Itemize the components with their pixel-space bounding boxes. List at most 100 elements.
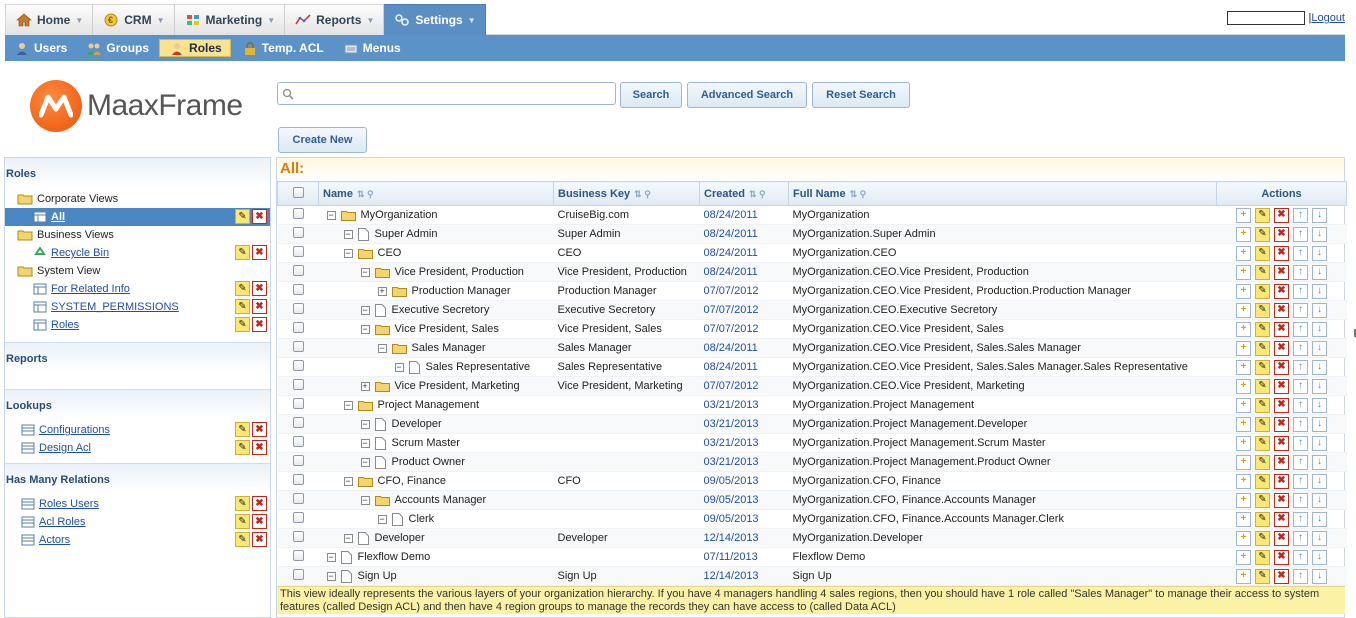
edit-icon[interactable]: ✎ — [1255, 492, 1270, 508]
move-down-icon[interactable]: ↓ — [1312, 226, 1327, 242]
add-child-icon[interactable]: + — [1236, 568, 1251, 584]
tree-item-configurations[interactable]: Configurations ✎ ✖ — [5, 421, 270, 439]
delete-icon[interactable]: ✖ — [1274, 359, 1289, 375]
table-row[interactable]: − Product Owner 03/21/2013 MyOrganization.P… — [277, 452, 1347, 472]
move-up-icon[interactable]: ↑ — [1293, 549, 1308, 565]
advanced-search-button[interactable]: Advanced Search — [687, 82, 807, 108]
move-down-icon[interactable]: ↓ — [1312, 549, 1327, 565]
move-down-icon[interactable]: ↓ — [1312, 283, 1327, 299]
row-checkbox[interactable] — [292, 398, 304, 409]
move-up-icon[interactable]: ↑ — [1293, 359, 1308, 375]
add-child-icon[interactable]: + — [1236, 264, 1251, 280]
delete-icon[interactable]: ✖ — [252, 514, 267, 529]
add-child-icon[interactable]: + — [1236, 492, 1251, 508]
delete-icon[interactable]: ✖ — [1274, 207, 1289, 223]
delete-icon[interactable]: ✖ — [252, 209, 267, 224]
delete-icon[interactable]: ✖ — [252, 496, 267, 511]
roles-users-link[interactable]: Roles Users — [39, 498, 99, 510]
move-up-icon[interactable]: ↑ — [1293, 454, 1308, 470]
collapse-icon[interactable]: − — [343, 476, 353, 486]
add-child-icon[interactable]: + — [1236, 511, 1251, 527]
select-all-header[interactable] — [277, 181, 319, 206]
edit-icon[interactable]: ✎ — [235, 514, 250, 529]
add-child-icon[interactable]: + — [1236, 549, 1251, 565]
collapse-icon[interactable]: − — [326, 552, 336, 562]
table-row[interactable]: − Sales Representative Sales Representativ… — [277, 357, 1347, 377]
edit-icon[interactable]: ✎ — [235, 245, 250, 260]
collapse-icon[interactable]: − — [394, 362, 404, 372]
edit-icon[interactable]: ✎ — [1255, 568, 1270, 584]
add-child-icon[interactable]: + — [1236, 321, 1251, 337]
menu-marketing[interactable]: Marketing ▼ — [174, 4, 286, 35]
collapse-icon[interactable]: − — [343, 533, 353, 543]
delete-icon[interactable]: ✖ — [1274, 226, 1289, 242]
edit-icon[interactable]: ✎ — [1255, 359, 1270, 375]
table-row[interactable]: − Vice President, Production Vice Presiden… — [277, 262, 1347, 282]
search-input[interactable] — [294, 84, 615, 103]
move-down-icon[interactable]: ↓ — [1312, 245, 1327, 261]
delete-icon[interactable]: ✖ — [1274, 397, 1289, 413]
table-row[interactable]: − Clerk 09/05/2013 MyOrganization.CFO, Fina… — [277, 509, 1347, 529]
move-down-icon[interactable]: ↓ — [1312, 511, 1327, 527]
row-checkbox[interactable] — [292, 284, 304, 295]
tree-item-all[interactable]: All ✎ ✖ — [5, 208, 270, 226]
move-up-icon[interactable]: ↑ — [1293, 283, 1308, 299]
delete-icon[interactable]: ✖ — [252, 440, 267, 455]
collapse-icon[interactable]: − — [360, 305, 370, 315]
add-child-icon[interactable]: + — [1236, 207, 1251, 223]
row-checkbox[interactable] — [292, 341, 304, 352]
move-up-icon[interactable]: ↑ — [1293, 207, 1308, 223]
move-up-icon[interactable]: ↑ — [1293, 568, 1308, 584]
sort-icon[interactable]: ⇅ ⚲ — [357, 189, 374, 199]
delete-icon[interactable]: ✖ — [1274, 264, 1289, 280]
row-checkbox[interactable] — [292, 512, 304, 523]
table-row[interactable]: − Developer 03/21/2013 MyOrganization.Proje… — [277, 414, 1347, 434]
row-checkbox[interactable] — [292, 227, 304, 238]
recycle-bin-link[interactable]: Recycle Bin — [51, 247, 109, 259]
edit-icon[interactable]: ✎ — [1255, 511, 1270, 527]
edit-icon[interactable]: ✎ — [1255, 245, 1270, 261]
delete-icon[interactable]: ✖ — [252, 422, 267, 437]
tree-item-roles[interactable]: Roles ✎ ✖ — [5, 316, 270, 334]
table-row[interactable]: − Sales Manager Sales Manager 08/24/2011 MyO… — [277, 338, 1347, 358]
edit-icon[interactable]: ✎ — [1255, 340, 1270, 356]
for-related-info-link[interactable]: For Related Info — [51, 283, 130, 295]
delete-icon[interactable]: ✖ — [1274, 454, 1289, 470]
delete-icon[interactable]: ✖ — [1274, 530, 1289, 546]
collapse-icon[interactable]: − — [326, 210, 336, 220]
edit-icon[interactable]: ✎ — [1255, 416, 1270, 432]
table-row[interactable]: − Scrum Master 03/21/2013 MyOrganization.Pr… — [277, 433, 1347, 453]
table-row[interactable]: − Sign Up Sign Up 12/14/2013 Sign Up + ✎ ✖ ↑ ↓ — [277, 566, 1347, 586]
system-permissions-link[interactable]: SYSTEM_PERMISSIONS — [51, 301, 179, 313]
move-down-icon[interactable]: ↓ — [1312, 454, 1327, 470]
move-up-icon[interactable]: ↑ — [1293, 378, 1308, 394]
delete-icon[interactable]: ✖ — [252, 532, 267, 547]
table-row[interactable]: − Developer Developer 12/14/2013 MyOrganizat… — [277, 528, 1347, 548]
edit-icon[interactable]: ✎ — [1255, 549, 1270, 565]
table-row[interactable]: − CEO CEO 08/24/2011 MyOrganization.CEO + ✎ ✖ ↑ ↓ — [277, 243, 1347, 263]
row-checkbox[interactable] — [292, 265, 304, 276]
add-child-icon[interactable]: + — [1236, 226, 1251, 242]
collapse-icon[interactable]: − — [360, 267, 370, 277]
move-down-icon[interactable]: ↓ — [1312, 473, 1327, 489]
submenu-roles[interactable]: Roles — [159, 39, 231, 57]
table-row[interactable]: + Vice President, Marketing Vice President… — [277, 376, 1347, 396]
delete-icon[interactable]: ✖ — [1274, 340, 1289, 356]
edit-icon[interactable]: ✎ — [235, 209, 250, 224]
row-checkbox[interactable] — [292, 436, 304, 447]
delete-icon[interactable]: ✖ — [1274, 492, 1289, 508]
move-down-icon[interactable]: ↓ — [1312, 397, 1327, 413]
expand-icon[interactable]: + — [360, 381, 370, 391]
table-row[interactable]: − CFO, Finance CFO 09/05/2013 MyOrganization… — [277, 471, 1347, 491]
expand-icon[interactable]: + — [377, 286, 387, 296]
row-checkbox[interactable] — [292, 417, 304, 428]
add-child-icon[interactable]: + — [1236, 378, 1251, 394]
collapse-icon[interactable]: − — [360, 419, 370, 429]
delete-icon[interactable]: ✖ — [1274, 473, 1289, 489]
collapse-icon[interactable]: − — [343, 229, 353, 239]
tree-item-for-related-info[interactable]: For Related Info ✎ ✖ — [5, 280, 270, 298]
edit-icon[interactable]: ✎ — [1255, 454, 1270, 470]
move-up-icon[interactable]: ↑ — [1293, 416, 1308, 432]
edit-icon[interactable]: ✎ — [1255, 302, 1270, 318]
table-row[interactable]: − Vice President, Sales Vice President, Sa… — [277, 319, 1347, 339]
